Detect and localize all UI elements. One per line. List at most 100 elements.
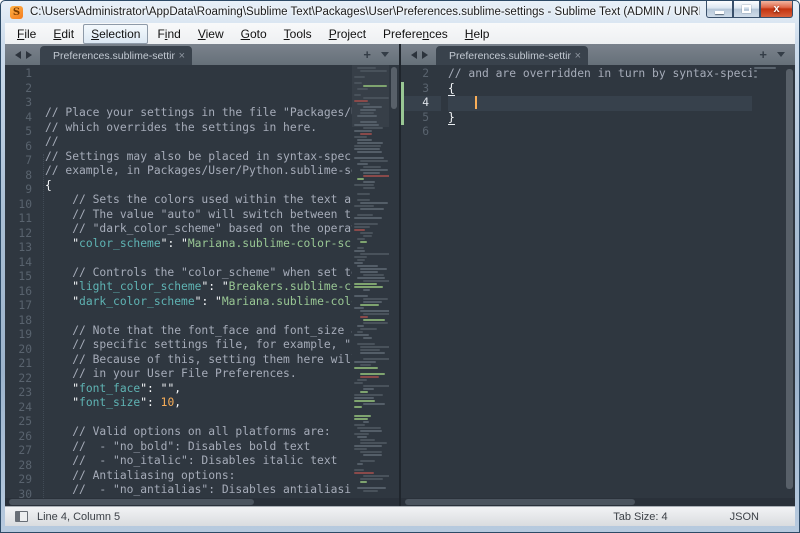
tab-label: Preferences.sublime-settings <box>53 50 175 62</box>
cursor-position: Line 4, Column 5 <box>37 511 120 523</box>
indent-guide <box>43 154 44 502</box>
code-line[interactable]: // Because of this, setting them here wi… <box>45 353 352 368</box>
line-number: 22 <box>5 372 41 387</box>
code-line[interactable]: // example, in Packages/User/Python.subl… <box>45 164 352 179</box>
line-number: 20 <box>5 343 41 358</box>
minimap[interactable] <box>752 65 784 506</box>
vertical-scrollbar-thumb[interactable] <box>786 69 793 489</box>
code-line[interactable]: // Valid options on all platforms are: <box>45 425 352 440</box>
code-line[interactable]: // specific settings file, for example, … <box>45 338 352 353</box>
code-line[interactable]: // which overrides the settings in here. <box>45 121 352 136</box>
line-number: 18 <box>5 314 41 329</box>
code-line[interactable]: } <box>448 111 752 126</box>
minimap[interactable] <box>352 65 389 506</box>
code-line[interactable]: // Note that the font_face and font_size… <box>45 324 352 339</box>
minimize-button[interactable] <box>706 1 733 18</box>
line-number: 4 <box>5 111 41 126</box>
code-line[interactable]: // Settings may also be placed in syntax… <box>45 150 352 165</box>
window-controls: x <box>706 1 793 18</box>
menu-tools[interactable]: Tools <box>276 24 320 44</box>
code-line[interactable]: // - "no_bold": Disables bold text <box>45 440 352 455</box>
tab-overflow-button[interactable] <box>381 52 389 57</box>
line-number: 27 <box>5 444 41 459</box>
vertical-scrollbar[interactable] <box>784 65 795 506</box>
line-number-gutter: 23456 <box>401 65 441 506</box>
tab-close-icon[interactable]: × <box>179 51 185 61</box>
line-number: 21 <box>5 357 41 372</box>
code-line[interactable]: "light_color_scheme": "Breakers.sublime-… <box>45 280 352 295</box>
code-area[interactable]: // and are overridden in turn by syntax-… <box>441 65 752 506</box>
code-line[interactable]: // Controls the "color_scheme" when set … <box>45 266 352 281</box>
menu-goto[interactable]: Goto <box>233 24 275 44</box>
line-number: 6 <box>5 140 41 155</box>
syntax-indicator[interactable]: JSON <box>730 511 759 523</box>
status-bar: Line 4, Column 5 Tab Size: 4 JSON <box>5 506 795 526</box>
code-line[interactable] <box>448 96 752 111</box>
menu-selection[interactable]: Selection <box>83 24 148 44</box>
menu-preferences[interactable]: Preferences <box>375 24 456 44</box>
vertical-scrollbar[interactable] <box>389 65 399 506</box>
window-title: C:\Users\Administrator\AppData\Roaming\S… <box>30 6 700 18</box>
minimize-icon <box>715 11 724 14</box>
line-number: 3 <box>401 82 441 97</box>
editor-pane-left: Preferences.sublime-settings × + 1234567… <box>5 44 399 506</box>
menu-file[interactable]: File <box>9 24 44 44</box>
code-line[interactable]: "dark_color_scheme": "Mariana.sublime-co… <box>45 295 352 310</box>
code-line[interactable]: // - "no_antialias": Disables antialiasi… <box>45 483 352 498</box>
tab-size-indicator[interactable]: Tab Size: 4 <box>613 511 667 523</box>
code-line[interactable]: { <box>448 82 752 97</box>
tab-scroll-arrows[interactable] <box>407 44 436 65</box>
horizontal-scrollbar[interactable] <box>401 498 795 506</box>
new-tab-button[interactable]: + <box>759 48 767 61</box>
code-line[interactable]: // <box>45 135 352 150</box>
tab-close-icon[interactable]: × <box>575 51 581 61</box>
code-line[interactable]: "color_scheme": "Mariana.sublime-color-s… <box>45 237 352 252</box>
horizontal-scrollbar-thumb[interactable] <box>9 499 254 505</box>
restore-button[interactable] <box>733 1 760 18</box>
code-line[interactable] <box>45 309 352 324</box>
code-line[interactable]: "font_face": "", <box>45 382 352 397</box>
code-line[interactable]: // The value "auto" will switch between … <box>45 208 352 223</box>
line-number: 29 <box>5 473 41 488</box>
close-button[interactable]: x <box>760 1 793 18</box>
modified-line-marker <box>401 111 404 126</box>
line-number: 3 <box>5 96 41 111</box>
code-line[interactable] <box>45 411 352 426</box>
code-line[interactable]: "font_size": 10, <box>45 396 352 411</box>
vertical-scrollbar-thumb[interactable] <box>391 67 397 109</box>
code-line[interactable]: // Antialiasing options: <box>45 469 352 484</box>
horizontal-scrollbar[interactable] <box>5 498 399 506</box>
tab-overflow-button[interactable] <box>777 52 785 57</box>
menu-find[interactable]: Find <box>149 24 188 44</box>
code-line[interactable]: // in your User File Preferences. <box>45 367 352 382</box>
new-tab-button[interactable]: + <box>363 48 371 61</box>
code-line[interactable]: // - "no_italic": Disables italic text <box>45 454 352 469</box>
line-number: 14 <box>5 256 41 271</box>
code-line[interactable]: // Sets the colors used within the text … <box>45 193 352 208</box>
code-line[interactable]: // "dark_color_scheme" based on the oper… <box>45 222 352 237</box>
menu-help[interactable]: Help <box>457 24 498 44</box>
line-number: 6 <box>401 125 441 140</box>
tab-preferences-left[interactable]: Preferences.sublime-settings × <box>40 46 192 65</box>
line-number: 25 <box>5 415 41 430</box>
code-line[interactable]: { <box>45 179 352 194</box>
menu-project[interactable]: Project <box>321 24 374 44</box>
tab-scroll-arrows[interactable] <box>11 44 40 65</box>
title-bar[interactable]: S C:\Users\Administrator\AppData\Roaming… <box>1 1 799 23</box>
minimap-viewport[interactable] <box>352 65 389 127</box>
menu-view[interactable]: View <box>190 24 232 44</box>
line-number: 19 <box>5 328 41 343</box>
code-area[interactable]: // Place your settings in the file "Pack… <box>41 65 352 506</box>
code-line[interactable] <box>448 125 752 140</box>
code-line[interactable] <box>45 251 352 266</box>
tab-preferences-right[interactable]: Preferences.sublime-settings × <box>436 46 588 65</box>
line-number: 12 <box>5 227 41 242</box>
close-icon: x <box>773 2 779 17</box>
horizontal-scrollbar-thumb[interactable] <box>405 499 635 505</box>
code-line[interactable]: // Place your settings in the file "Pack… <box>45 106 352 121</box>
line-number: 10 <box>5 198 41 213</box>
menu-edit[interactable]: Edit <box>45 24 82 44</box>
line-number-gutter: 1234567891011121314151617181920212223242… <box>5 65 41 506</box>
sidebar-toggle-icon[interactable] <box>15 511 28 522</box>
code-line[interactable]: // and are overridden in turn by syntax-… <box>448 67 752 82</box>
